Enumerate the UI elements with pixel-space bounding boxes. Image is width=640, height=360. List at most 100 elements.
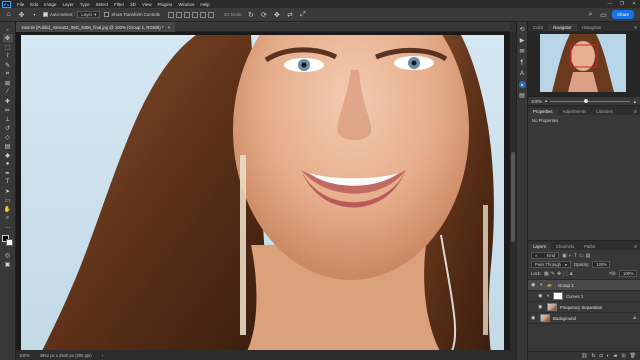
filter-smart-object-icon[interactable]: ▤	[586, 253, 591, 259]
3d-scale-icon[interactable]: ⤢	[298, 10, 307, 19]
menu-help[interactable]: Help	[197, 2, 212, 7]
tab-paths[interactable]: Paths	[579, 243, 600, 250]
auto-select-checkbox[interactable]: Auto-Select:	[43, 12, 73, 17]
menu-edit[interactable]: Edit	[27, 2, 41, 7]
menu-select[interactable]: Select	[93, 2, 112, 7]
tab-adjustments[interactable]: Adjustments	[558, 108, 592, 115]
frame-tool-icon[interactable]: ⊠	[3, 79, 13, 87]
chevron-down-icon[interactable]: ▾	[540, 282, 544, 288]
blur-tool-icon[interactable]: ◆	[3, 151, 13, 159]
align-right-icon[interactable]	[183, 11, 190, 18]
menu-type[interactable]: Type	[77, 2, 93, 7]
minimize-button[interactable]: —	[604, 0, 616, 8]
move-tool-icon[interactable]: ✥	[2, 34, 13, 42]
background-color-swatch[interactable]	[5, 239, 13, 246]
lock-all-icon[interactable]: 🔒︎	[570, 271, 573, 277]
screen-mode-icon[interactable]: ▣	[3, 260, 13, 268]
actions-icon[interactable]: ▶	[518, 37, 526, 44]
align-middle-icon[interactable]	[199, 11, 206, 18]
new-group-icon[interactable]: ▰	[614, 353, 618, 359]
brush-tool-icon[interactable]: ✏	[3, 106, 13, 114]
tab-channels[interactable]: Channels	[551, 243, 579, 250]
panel-menu-icon[interactable]: ≡	[631, 244, 640, 250]
filter-shape-icon[interactable]: ▭	[579, 253, 584, 259]
align-top-icon[interactable]	[191, 11, 198, 18]
menu-image[interactable]: Image	[41, 2, 60, 7]
new-layer-icon[interactable]: ⊞	[621, 353, 625, 359]
paragraph-icon[interactable]: ¶	[518, 59, 526, 66]
layer-row[interactable]: ◉ Background 🔒︎	[528, 313, 640, 324]
layer-row[interactable]: ◉ Frequency Separation	[528, 302, 640, 313]
more-tools-icon[interactable]: …	[3, 223, 13, 231]
gradient-tool-icon[interactable]: ▤	[3, 142, 13, 150]
clone-stamp-tool-icon[interactable]: ⊥	[3, 115, 13, 123]
healing-brush-tool-icon[interactable]: ✚	[3, 97, 13, 105]
menu-filter[interactable]: Filter	[111, 2, 127, 7]
search-icon[interactable]: ⌕	[586, 10, 595, 19]
path-selection-tool-icon[interactable]: ➤	[3, 187, 13, 195]
delete-layer-icon[interactable]: 🗑︎	[630, 353, 636, 359]
quick-mask-icon[interactable]: ◎	[3, 251, 13, 259]
history-brush-tool-icon[interactable]: ↺	[3, 124, 13, 132]
3d-orbit-icon[interactable]: ↻	[246, 10, 255, 19]
tab-layers[interactable]: Layers	[528, 243, 551, 250]
eraser-tool-icon[interactable]: ◇	[3, 133, 13, 141]
navigator-zoom-slider[interactable]	[550, 98, 630, 103]
home-icon[interactable]: ⌂	[4, 10, 13, 19]
navigator-thumbnail[interactable]	[540, 34, 626, 92]
hand-tool-icon[interactable]: ✋	[3, 205, 13, 213]
scrollbar-thumb[interactable]	[511, 152, 515, 242]
marquee-tool-icon[interactable]: ⬚	[3, 43, 13, 51]
eye-icon[interactable]: ◉	[538, 293, 544, 299]
3d-pan-icon[interactable]: ✥	[272, 10, 281, 19]
comments-icon[interactable]: ✉	[518, 48, 526, 55]
filter-pixel-icon[interactable]: ▣	[562, 253, 567, 259]
align-left-icon[interactable]	[167, 11, 174, 18]
add-mask-icon[interactable]: ◘	[600, 353, 603, 359]
navigator-zoom-value[interactable]: 100%	[531, 99, 542, 104]
close-button[interactable]: ✕	[628, 0, 640, 8]
zoom-out-icon[interactable]: ▴	[545, 98, 547, 104]
layer-row[interactable]: ◉ ▾ ▰ Group 1	[528, 280, 640, 291]
menu-layer[interactable]: Layer	[60, 2, 77, 7]
auto-select-target-dropdown[interactable]: Layer ▾	[77, 11, 101, 18]
workspace-icon[interactable]: ▭	[599, 10, 608, 19]
lock-transparent-icon[interactable]: ▦	[544, 271, 549, 277]
3d-slide-icon[interactable]: ⇄	[285, 10, 294, 19]
lock-artboard-icon[interactable]: ⬚	[563, 271, 568, 277]
zoom-in-icon[interactable]: ▲	[633, 99, 637, 104]
align-center-icon[interactable]	[175, 11, 182, 18]
tab-navigator[interactable]: Navigator	[548, 24, 577, 31]
checkbox-box[interactable]	[43, 12, 48, 17]
libraries-icon[interactable]: ▤	[518, 92, 526, 99]
rectangle-tool-icon[interactable]: ▭	[3, 196, 13, 204]
history-icon[interactable]: ⟲	[518, 26, 526, 33]
tab-histogram[interactable]: Histogram	[577, 24, 607, 31]
layer-filter-dropdown[interactable]: ⌕ Kind	[531, 252, 559, 259]
eye-icon[interactable]: ◉	[538, 304, 544, 310]
close-tab-icon[interactable]: ×	[168, 25, 171, 30]
lock-position-icon[interactable]: ✥	[557, 271, 561, 277]
transform-controls-checkbox[interactable]: Show Transform Controls	[104, 12, 160, 17]
link-layers-icon[interactable]: ⛓	[581, 353, 587, 359]
3d-roll-icon[interactable]: ⟳	[259, 10, 268, 19]
color-swatches[interactable]	[1, 235, 14, 247]
expand-toolbar-icon[interactable]: »	[3, 25, 13, 33]
quick-select-tool-icon[interactable]: ✎	[3, 61, 13, 69]
opacity-input[interactable]: 100%	[592, 261, 611, 268]
zoom-tool-icon[interactable]: ⌕	[3, 214, 13, 222]
eye-icon[interactable]: ◉	[531, 282, 537, 288]
menu-window[interactable]: Window	[175, 2, 197, 7]
type-tool-icon[interactable]: T	[3, 178, 13, 186]
move-tool-icon[interactable]: ✥	[17, 10, 26, 19]
crop-tool-icon[interactable]: ⌗	[3, 70, 13, 78]
blend-mode-dropdown[interactable]: Pass Through ▾	[531, 261, 571, 268]
canvas-area[interactable]	[16, 32, 510, 350]
character-icon[interactable]: A	[518, 70, 526, 77]
fill-input[interactable]: 100%	[619, 270, 637, 277]
filter-adjustment-icon[interactable]: ◐	[569, 253, 572, 259]
checkbox-box[interactable]	[104, 12, 110, 17]
align-bottom-icon[interactable]	[207, 11, 214, 18]
panel-menu-icon[interactable]: ≡	[631, 109, 640, 115]
lasso-tool-icon[interactable]: ℓ	[3, 52, 13, 60]
